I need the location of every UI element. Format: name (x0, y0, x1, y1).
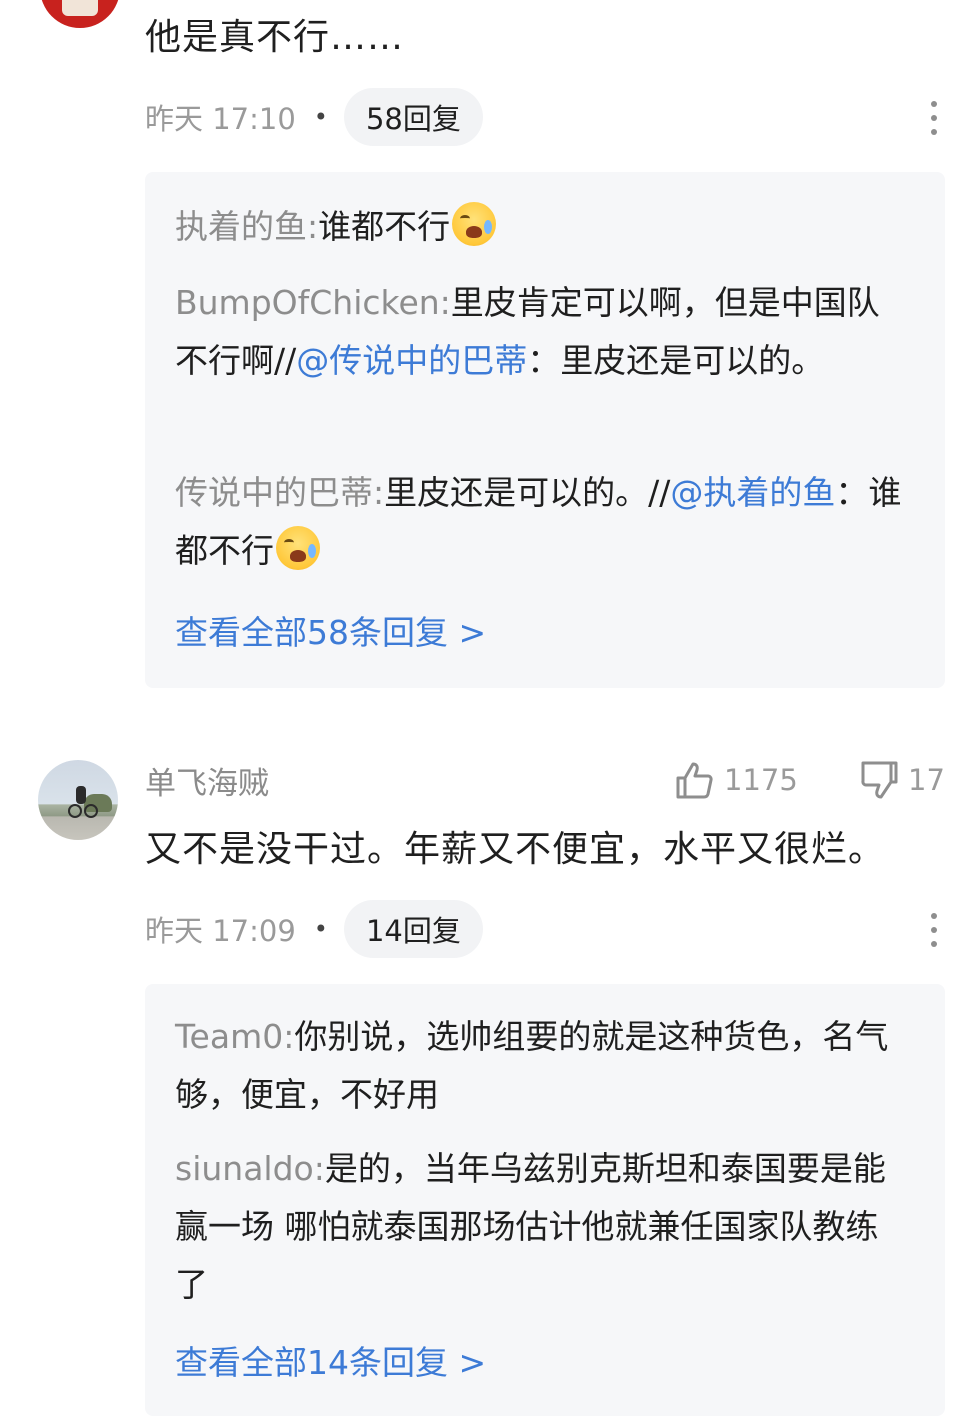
comment-meta: 昨天 17:09 • 14回复 (145, 900, 483, 958)
meta-separator: • (313, 915, 328, 943)
reply-item[interactable]: BumpOfChicken:里皮肯定可以啊，但是中国队不行啊//@传说中的巴蒂：… (175, 274, 905, 390)
reply-text: 里皮还是可以的。// (384, 473, 671, 512)
reply-username[interactable]: Team0: (175, 1017, 294, 1056)
comments-page: 他是真不行…… 昨天 17:10 • 58回复 执着的鱼:谁都不行 BumpOf… (0, 0, 960, 1424)
reply-username[interactable]: BumpOfChicken: (175, 283, 451, 322)
comment-username[interactable]: 单飞海贼 (145, 758, 269, 803)
view-all-replies-link[interactable]: 查看全部58条回复 > (175, 606, 486, 654)
mention-link[interactable]: @传说中的巴蒂 (296, 341, 527, 380)
reply-username[interactable]: 执着的鱼: (175, 207, 318, 246)
meta-separator: • (313, 103, 328, 131)
user-avatar[interactable] (40, 0, 120, 28)
comment-text: 又不是没干过。年薪又不便宜，水平又很烂。 (145, 829, 886, 870)
crying-emoji-icon (452, 202, 497, 246)
reply-count-button[interactable]: 14回复 (343, 900, 483, 958)
comment-meta: 昨天 17:10 • 58回复 (145, 88, 483, 146)
reply-text: 谁都不行 (318, 207, 451, 246)
crying-emoji-icon (276, 526, 320, 570)
dislike-button[interactable]: 17 (860, 760, 945, 800)
reply-count-button[interactable]: 58回复 (343, 88, 483, 146)
reply-item[interactable]: Team0:你别说，选帅组要的就是这种货色，名气够，便宜，不好用 (175, 1008, 905, 1124)
avatar-image-rider (76, 786, 86, 804)
avatar-image (62, 0, 98, 16)
comment-time: 昨天 17:10 (145, 102, 296, 136)
thumbs-down-icon (861, 761, 898, 799)
like-count: 1175 (724, 763, 798, 797)
like-button[interactable]: 1175 (674, 760, 798, 800)
comment-time: 昨天 17:09 (145, 914, 296, 948)
reply-item[interactable]: 传说中的巴蒂:里皮还是可以的。//@执着的鱼：谁都不行 (175, 464, 905, 580)
user-avatar[interactable] (38, 760, 118, 840)
reply-username[interactable]: siunaldo: (175, 1149, 325, 1188)
mention-link[interactable]: @执着的鱼 (670, 473, 835, 512)
reply-item[interactable]: siunaldo:是的，当年乌兹别克斯坦和泰国要是能赢一场 哪怕就泰国那场估计他… (175, 1140, 905, 1314)
reply-text: ：里皮还是可以的。 (527, 341, 825, 380)
more-options-icon[interactable] (928, 101, 940, 135)
comment-text: 他是真不行…… (145, 17, 405, 58)
avatar-image-wheel (68, 804, 82, 818)
reply-username[interactable]: 传说中的巴蒂: (175, 473, 384, 512)
view-all-replies-link[interactable]: 查看全部14条回复 > (175, 1336, 486, 1384)
thumbs-up-icon (676, 762, 713, 799)
replies-box: 执着的鱼:谁都不行 BumpOfChicken:里皮肯定可以啊，但是中国队不行啊… (145, 172, 945, 688)
more-options-icon[interactable] (928, 913, 940, 947)
replies-box: Team0:你别说，选帅组要的就是这种货色，名气够，便宜，不好用 siunald… (145, 984, 945, 1416)
avatar-image-wheel (84, 804, 98, 818)
dislike-count: 17 (908, 763, 945, 797)
reply-item[interactable]: 执着的鱼:谁都不行 (175, 198, 905, 256)
